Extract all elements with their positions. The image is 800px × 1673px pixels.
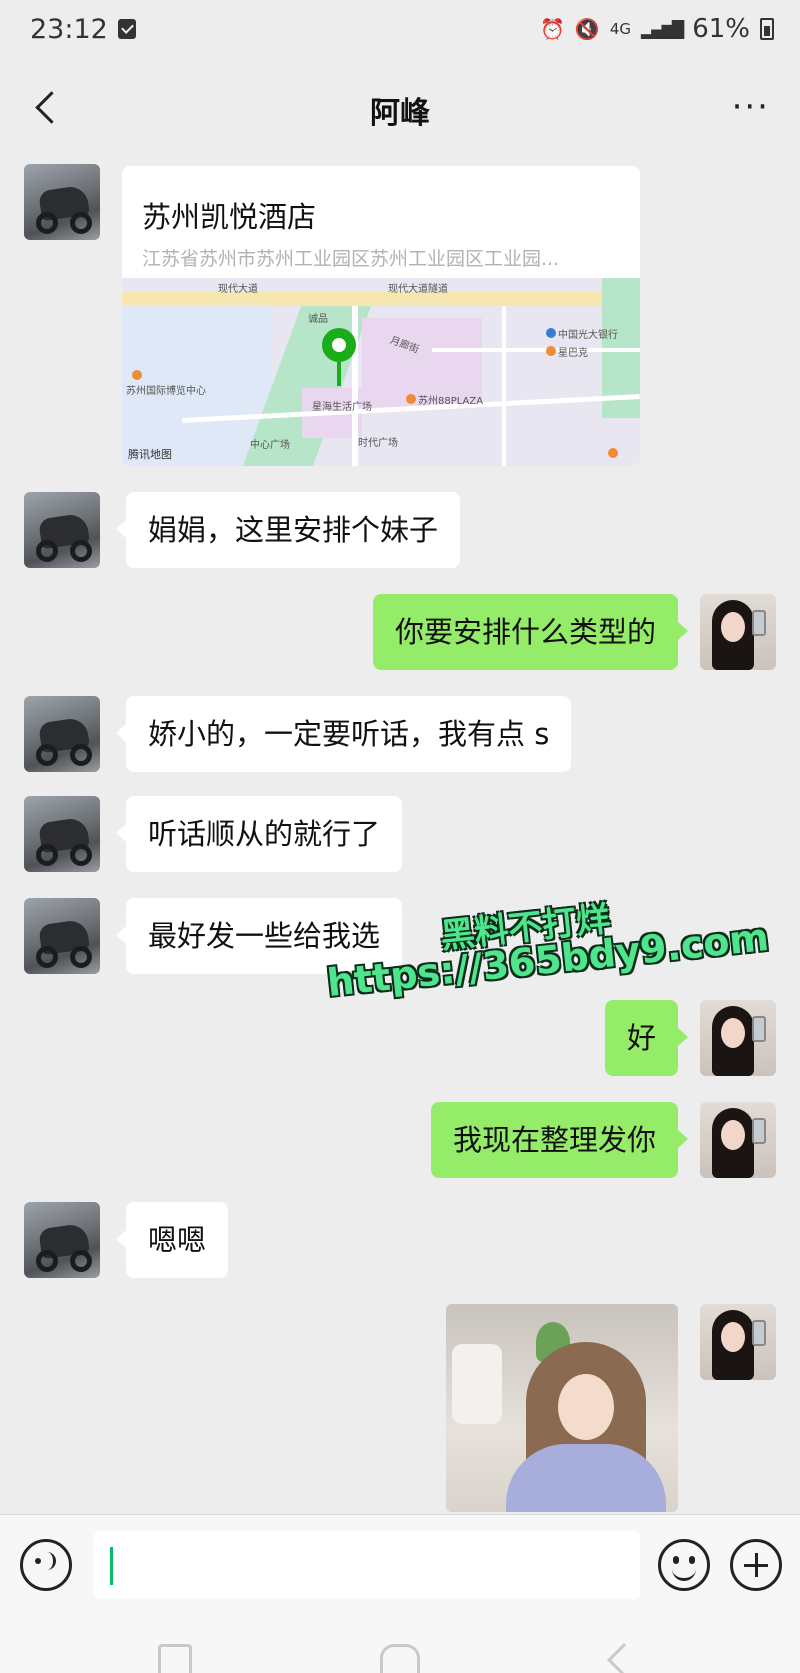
my-avatar[interactable] [700, 1000, 776, 1076]
avatar-phone-shape [752, 1118, 766, 1144]
map-brand-label: 腾讯地图 [128, 448, 172, 461]
photo-face-shape [558, 1374, 614, 1440]
photo-message[interactable] [446, 1304, 678, 1512]
my-avatar[interactable] [700, 1304, 776, 1380]
avatar-face-shape [721, 1018, 745, 1048]
photo-pillow-shape [452, 1344, 502, 1424]
location-pin-icon [322, 328, 356, 362]
more-options-icon[interactable]: ··· [732, 90, 770, 124]
wheel-shape [36, 844, 58, 866]
location-address: 江苏省苏州市苏州工业园区苏州工业园区工业园... [142, 248, 560, 270]
wheel-shape [70, 1250, 92, 1272]
status-icons: ⏰ 🔇 4G ▂▄▆█ 61% [540, 14, 774, 44]
map-road [122, 292, 640, 306]
contact-avatar[interactable] [24, 796, 100, 872]
wheel-shape [36, 744, 58, 766]
wheel-shape [70, 744, 92, 766]
wheel-shape [70, 540, 92, 562]
avatar-phone-shape [752, 1320, 766, 1346]
plus-icon[interactable] [730, 1539, 782, 1591]
map-label: 星巴克 [558, 348, 588, 359]
map-label: 中国光大银行 [558, 330, 618, 341]
system-nav-bar [0, 1614, 800, 1673]
wheel-shape [36, 212, 58, 234]
map-label: 现代大道 [218, 284, 258, 295]
notification-check-icon [118, 19, 136, 39]
contact-avatar[interactable] [24, 1202, 100, 1278]
chat-header: 阿峰 ··· [0, 66, 800, 152]
map-poi-marker [546, 346, 556, 356]
avatar-face-shape [721, 1322, 745, 1352]
message-input[interactable] [94, 1531, 640, 1599]
map-label: 中心广场 [250, 440, 290, 451]
message-bubble-incoming[interactable]: 嗯嗯 [115, 1202, 229, 1278]
message-bubble-incoming[interactable]: 听话顺从的就行了 [115, 796, 403, 872]
map-poi-marker [132, 370, 142, 380]
contact-avatar[interactable] [24, 696, 100, 772]
avatar-phone-shape [752, 610, 766, 636]
location-card[interactable]: 苏州凯悦酒店 江苏省苏州市苏州工业园区苏州工业园区工业园... 现代大道 现代大… [122, 166, 640, 466]
battery-percent: 61% [692, 14, 750, 44]
message-bubble-outgoing[interactable]: 你要安排什么类型的 [372, 594, 689, 670]
avatar-face-shape [721, 612, 745, 642]
map-label: 星海生活广场 [312, 402, 372, 413]
emoji-icon[interactable] [658, 1539, 710, 1591]
map-poi-marker [608, 448, 618, 458]
avatar-phone-shape [752, 1016, 766, 1042]
map-street [432, 348, 640, 352]
home-icon[interactable] [380, 1644, 420, 1673]
map-label: 时代广场 [358, 438, 398, 449]
avatar-face-shape [721, 1120, 745, 1150]
wheel-shape [36, 946, 58, 968]
system-back-icon[interactable] [607, 1643, 641, 1673]
my-avatar[interactable] [700, 594, 776, 670]
contact-avatar[interactable] [24, 164, 100, 240]
network-4g-icon: 4G [609, 20, 631, 38]
location-name: 苏州凯悦酒店 [142, 200, 317, 234]
map-poi-marker [546, 328, 556, 338]
map-street [502, 306, 506, 466]
status-time: 23:12 [30, 14, 108, 45]
status-bar: 23:12 ⏰ 🔇 4G ▂▄▆█ 61% [0, 0, 800, 66]
alarm-icon: ⏰ [540, 17, 565, 41]
signal-icon: ▂▄▆█ [640, 19, 684, 39]
wheel-shape [70, 212, 92, 234]
chat-title: 阿峰 [370, 96, 430, 131]
mute-icon: 🔇 [574, 17, 600, 41]
wheel-shape [70, 844, 92, 866]
map-label: 苏州88PLAZA [418, 396, 484, 407]
location-pin-stem [337, 360, 341, 386]
recents-icon[interactable] [158, 1644, 192, 1673]
battery-icon [760, 18, 774, 40]
location-map[interactable]: 现代大道 现代大道隧道 中国光大银行 星巴克 苏州国际博览中心 诚品 星海生活广… [122, 278, 640, 466]
contact-avatar[interactable] [24, 492, 100, 568]
message-bubble-incoming[interactable]: 娟娟，这里安排个妹子 [115, 492, 461, 568]
wheel-shape [36, 540, 58, 562]
map-label: 现代大道隧道 [388, 284, 448, 295]
voice-input-icon[interactable] [20, 1539, 72, 1591]
contact-avatar[interactable] [24, 898, 100, 974]
wheel-shape [70, 946, 92, 968]
message-bubble-outgoing[interactable]: 好 [604, 1000, 689, 1076]
map-label: 苏州国际博览中心 [126, 386, 206, 397]
message-bubble-outgoing[interactable]: 我现在整理发你 [430, 1102, 689, 1178]
map-label: 诚品 [308, 314, 328, 325]
message-bubble-incoming[interactable]: 娇小的，一定要听话，我有点 s [115, 696, 572, 772]
text-caret [110, 1547, 113, 1585]
map-poi-marker [406, 394, 416, 404]
input-bar [0, 1514, 800, 1614]
my-avatar[interactable] [700, 1102, 776, 1178]
wheel-shape [36, 1250, 58, 1272]
